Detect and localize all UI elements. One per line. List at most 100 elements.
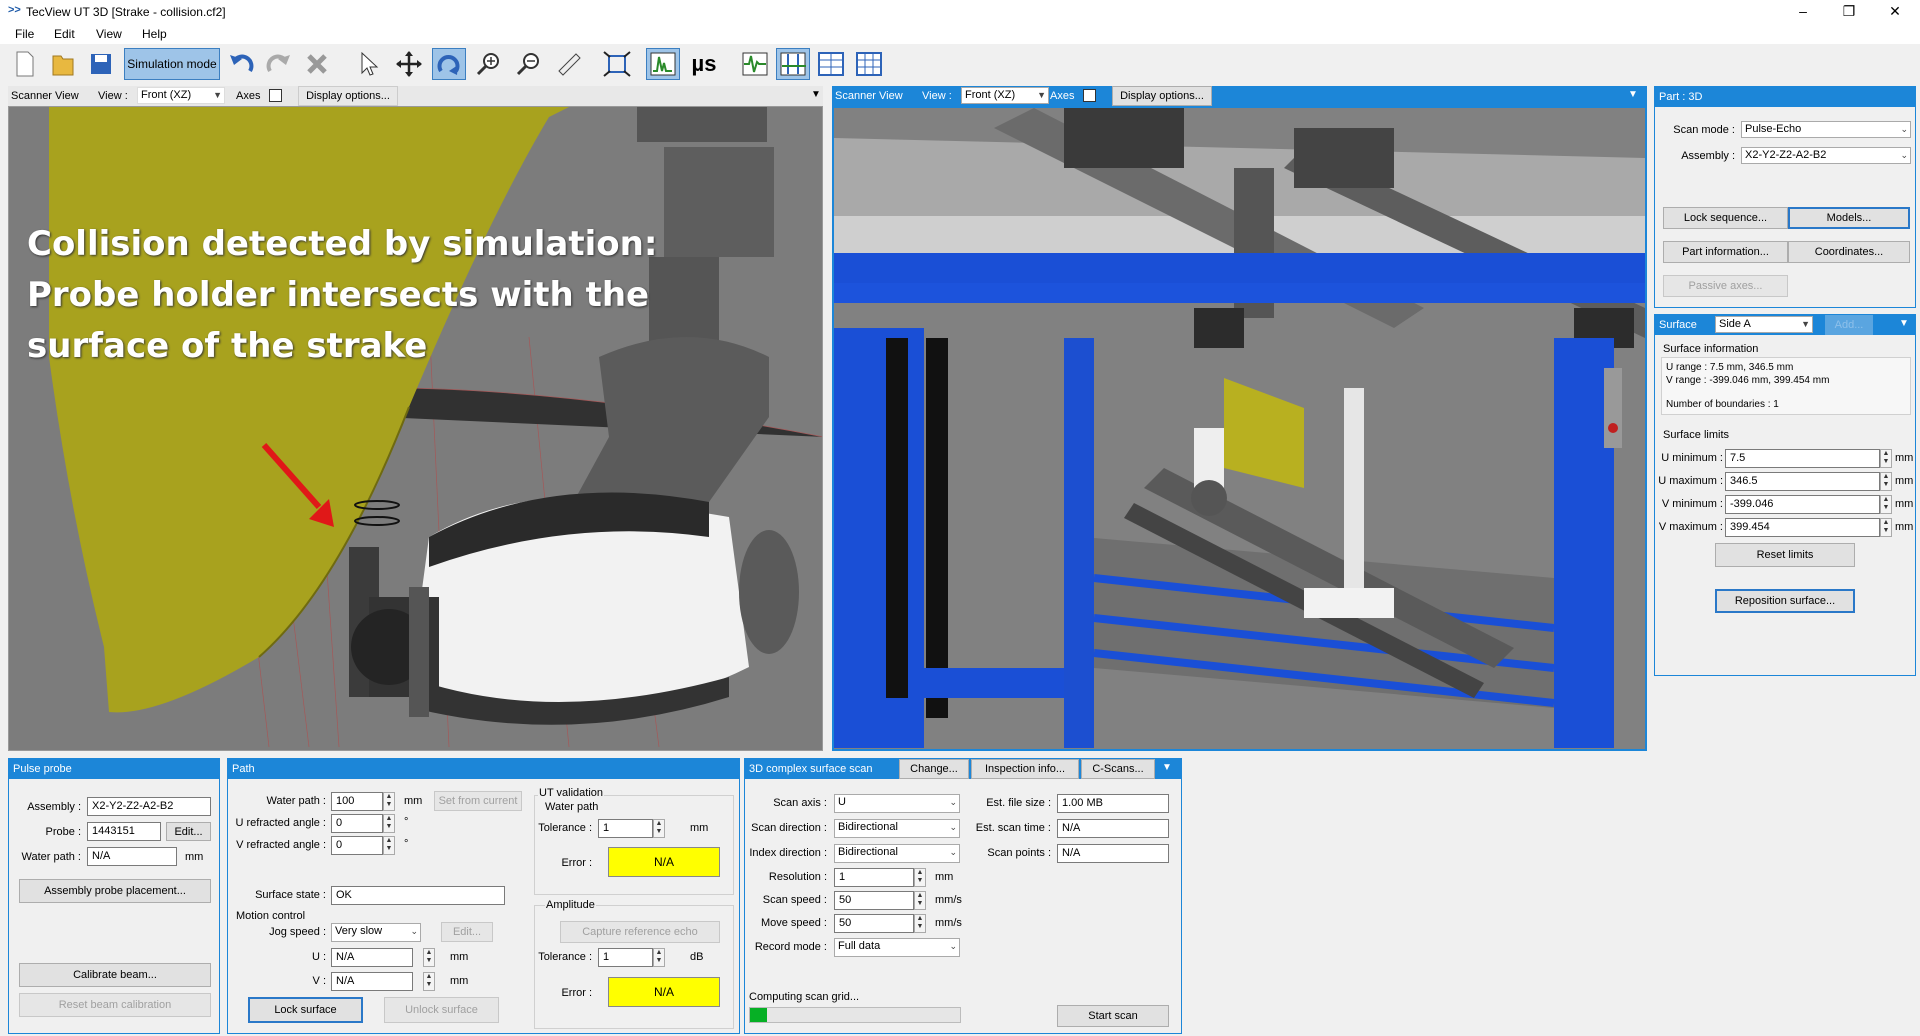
index-direction-select[interactable]: Bidirectional ⌄: [834, 844, 960, 863]
close-button[interactable]: ✕: [1872, 0, 1918, 24]
open-folder-icon[interactable]: [46, 48, 80, 80]
v-jog-spinner[interactable]: ▲ ▼: [423, 972, 435, 991]
v-minimum-input[interactable]: -399.046: [1725, 495, 1880, 514]
reset-beam-calibration-button[interactable]: Reset beam calibration: [19, 993, 211, 1017]
passive-axes-button[interactable]: Passive axes...: [1663, 275, 1788, 297]
view-select[interactable]: Front (XZ) ▼: [137, 87, 225, 104]
scan-speed-spinner[interactable]: ▲ ▼: [914, 891, 926, 910]
resolution-input[interactable]: 1: [834, 868, 914, 887]
redo-icon[interactable]: [262, 48, 296, 80]
u-refracted-angle-spinner[interactable]: ▲ ▼: [383, 814, 395, 833]
models-button[interactable]: Models...: [1788, 207, 1910, 229]
lock-surface-button[interactable]: Lock surface: [248, 997, 363, 1023]
jog-edit-button[interactable]: Edit...: [441, 922, 493, 942]
pointer-icon[interactable]: [352, 48, 386, 80]
v-maximum-input[interactable]: 399.454: [1725, 518, 1880, 537]
fit-view-icon[interactable]: [600, 48, 634, 80]
undo-icon[interactable]: [224, 48, 258, 80]
minimize-button[interactable]: –: [1780, 0, 1826, 24]
surface-panel: Surface Side A ▼ Add... ▼ Surface informa…: [1654, 314, 1916, 676]
menu-view[interactable]: View: [96, 27, 122, 41]
water-path-label: Water path :: [21, 851, 81, 863]
assembly-select[interactable]: X2-Y2-Z2-A2-B2 ⌄: [1741, 147, 1911, 164]
view-select[interactable]: Front (XZ) ▼: [961, 87, 1049, 104]
amplitude-tolerance-input[interactable]: 1: [598, 948, 653, 967]
grid-icon[interactable]: [852, 48, 886, 80]
waveform-icon[interactable]: [738, 48, 772, 80]
record-mode-select[interactable]: Full data ⌄: [834, 938, 960, 957]
collapse-icon[interactable]: ▼: [1162, 762, 1172, 773]
zoom-in-icon[interactable]: [472, 48, 506, 80]
collapse-icon[interactable]: ▼: [811, 89, 821, 100]
unlock-surface-button[interactable]: Unlock surface: [384, 997, 499, 1023]
water-path-spinner[interactable]: ▲ ▼: [383, 792, 395, 811]
v-minimum-spinner[interactable]: ▲ ▼: [1880, 495, 1892, 514]
menu-bar: File Edit View Help: [0, 24, 1920, 44]
move-speed-spinner[interactable]: ▲ ▼: [914, 914, 926, 933]
assembly-probe-placement-button[interactable]: Assembly probe placement...: [19, 879, 211, 903]
capture-reference-echo-button[interactable]: Capture reference echo: [560, 921, 720, 943]
pan-icon[interactable]: [392, 48, 426, 80]
scanner-view-left-canvas[interactable]: Collision detected by simulation: Probe …: [8, 106, 823, 751]
unit-degree: °: [404, 838, 409, 850]
microseconds-button[interactable]: µs: [686, 48, 722, 80]
simulation-mode-button[interactable]: Simulation mode: [124, 48, 220, 80]
scan-axis-select[interactable]: U ⌄: [834, 794, 960, 813]
add-surface-button[interactable]: Add...: [1825, 315, 1873, 335]
new-file-icon[interactable]: [8, 48, 42, 80]
axes-checkbox[interactable]: [269, 89, 282, 102]
scan-speed-input[interactable]: 50: [834, 891, 914, 910]
start-scan-button[interactable]: Start scan: [1057, 1005, 1169, 1027]
zoom-out-icon[interactable]: [512, 48, 546, 80]
water-path-input[interactable]: 100: [331, 792, 383, 811]
collapse-icon[interactable]: ▼: [1899, 318, 1909, 329]
collapse-icon[interactable]: ▼: [1628, 89, 1638, 100]
scan-panel: 3D complex surface scan Change... Inspec…: [744, 758, 1182, 1034]
maximize-button[interactable]: ❐: [1826, 0, 1872, 24]
display-options-button[interactable]: Display options...: [1112, 86, 1212, 106]
v-refracted-angle-input[interactable]: 0: [331, 836, 383, 855]
u-maximum-input[interactable]: 346.5: [1725, 472, 1880, 491]
part-information-button[interactable]: Part information...: [1663, 241, 1788, 263]
scan-mode-select[interactable]: Pulse-Echo ⌄: [1741, 121, 1911, 138]
u-refracted-angle-input[interactable]: 0: [331, 814, 383, 833]
change-button[interactable]: Change...: [899, 759, 969, 779]
menu-help[interactable]: Help: [142, 27, 167, 41]
scan-direction-select[interactable]: Bidirectional ⌄: [834, 819, 960, 838]
coordinates-button[interactable]: Coordinates...: [1788, 241, 1910, 263]
scanner-view-right-canvas[interactable]: [832, 106, 1647, 751]
ascan-icon[interactable]: [646, 48, 680, 80]
water-tolerance-spinner[interactable]: ▲ ▼: [653, 819, 665, 838]
layout-icon[interactable]: [814, 48, 848, 80]
u-minimum-spinner[interactable]: ▲ ▼: [1880, 449, 1892, 468]
display-options-button[interactable]: Display options...: [298, 86, 398, 106]
resolution-spinner[interactable]: ▲ ▼: [914, 868, 926, 887]
axes-checkbox[interactable]: [1083, 89, 1096, 102]
amplitude-tolerance-spinner[interactable]: ▲ ▼: [653, 948, 665, 967]
inspection-info-button[interactable]: Inspection info...: [971, 759, 1079, 779]
menu-file[interactable]: File: [15, 27, 34, 41]
water-tolerance-input[interactable]: 1: [598, 819, 653, 838]
v-refracted-angle-spinner[interactable]: ▲ ▼: [383, 836, 395, 855]
gates-icon[interactable]: [776, 48, 810, 80]
rotate-icon[interactable]: [432, 48, 466, 80]
cscans-button[interactable]: C-Scans...: [1081, 759, 1155, 779]
lock-sequence-button[interactable]: Lock sequence...: [1663, 207, 1788, 229]
probe-edit-button[interactable]: Edit...: [166, 822, 211, 841]
menu-edit[interactable]: Edit: [54, 27, 75, 41]
delete-icon[interactable]: [300, 48, 334, 80]
u-jog-spinner[interactable]: ▲ ▼: [423, 948, 435, 967]
file-size-label: Est. file size :: [986, 797, 1051, 809]
reset-limits-button[interactable]: Reset limits: [1715, 543, 1855, 567]
surface-side-select[interactable]: Side A ▼: [1715, 316, 1813, 333]
reposition-surface-button[interactable]: Reposition surface...: [1715, 589, 1855, 613]
set-from-current-button[interactable]: Set from current: [434, 791, 522, 811]
save-icon[interactable]: [84, 48, 118, 80]
calibrate-beam-button[interactable]: Calibrate beam...: [19, 963, 211, 987]
ruler-icon[interactable]: [552, 48, 586, 80]
jog-speed-select[interactable]: Very slow ⌄: [331, 923, 421, 942]
move-speed-input[interactable]: 50: [834, 914, 914, 933]
u-minimum-input[interactable]: 7.5: [1725, 449, 1880, 468]
v-maximum-spinner[interactable]: ▲ ▼: [1880, 518, 1892, 537]
u-maximum-spinner[interactable]: ▲ ▼: [1880, 472, 1892, 491]
